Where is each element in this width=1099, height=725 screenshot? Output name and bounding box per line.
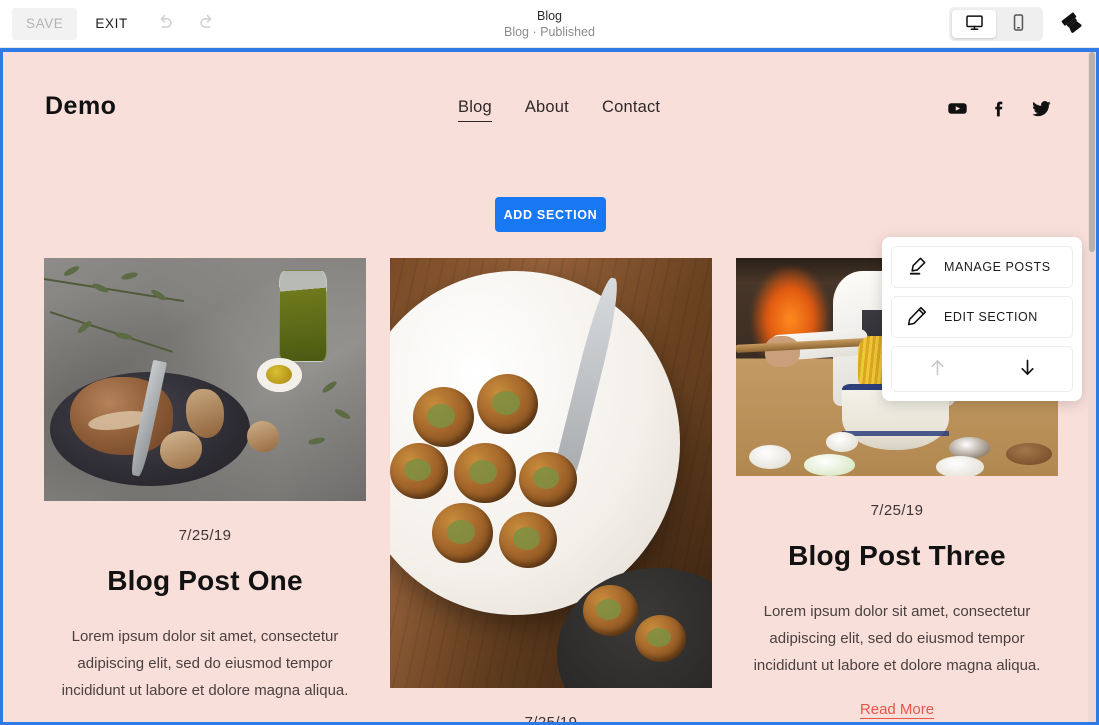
- section-context-menu[interactable]: MANAGE POSTS EDIT SECTION: [882, 237, 1082, 401]
- save-button[interactable]: SAVE: [12, 7, 78, 40]
- device-preview-toggle[interactable]: [949, 7, 1043, 41]
- post-date: 7/25/19: [524, 714, 578, 723]
- post-title[interactable]: Blog Post Three: [736, 540, 1058, 572]
- post-title[interactable]: Blog Post One: [44, 565, 366, 597]
- mobile-icon: [1009, 13, 1028, 35]
- arrow-down-icon: [1017, 357, 1038, 381]
- undo-icon: [154, 11, 176, 36]
- facebook-icon[interactable]: [989, 98, 1010, 119]
- desktop-view-button[interactable]: [952, 10, 996, 38]
- add-section-button[interactable]: ADD SECTION: [495, 197, 606, 232]
- preview-scrollbar[interactable]: [1088, 52, 1096, 722]
- nav-item-about[interactable]: About: [525, 98, 569, 121]
- post-excerpt: Lorem ipsum dolor sit amet, consectetur …: [61, 628, 349, 699]
- theme-brush-button[interactable]: [1059, 10, 1085, 39]
- redo-icon: [196, 11, 218, 36]
- move-section-down-button[interactable]: [982, 347, 1072, 391]
- exit-button[interactable]: EXIT: [81, 8, 141, 40]
- post-image[interactable]: [44, 258, 366, 501]
- section-move-controls: [891, 346, 1073, 392]
- nav-item-contact[interactable]: Contact: [602, 98, 660, 121]
- toolbar-right-group: [949, 0, 1085, 48]
- nav-item-blog[interactable]: Blog: [458, 98, 492, 122]
- manage-posts-button[interactable]: MANAGE POSTS: [891, 246, 1073, 288]
- mobile-view-button[interactable]: [996, 10, 1040, 38]
- twitter-icon[interactable]: [1031, 98, 1052, 119]
- site-logo[interactable]: Demo: [45, 92, 116, 121]
- bread-olive-oil-photo: [44, 258, 366, 501]
- manage-posts-label: MANAGE POSTS: [944, 260, 1051, 274]
- escargot-photo: [390, 258, 712, 688]
- read-more-link[interactable]: Read More: [736, 701, 1058, 718]
- desktop-icon: [965, 13, 984, 35]
- arrow-up-icon: [927, 357, 948, 381]
- post-image[interactable]: [390, 258, 712, 688]
- paintbrush-icon: [1059, 10, 1085, 39]
- toolbar-left-group: SAVE EXIT: [0, 7, 226, 40]
- editor-toolbar: SAVE EXIT Blog Blog · Published: [0, 0, 1099, 48]
- move-section-up-button[interactable]: [892, 347, 982, 391]
- site-nav: Blog About Contact: [458, 98, 660, 122]
- blog-post-card[interactable]: 7/25/19 Blog Post One Lorem ipsum dolor …: [44, 258, 366, 722]
- page-title: Blog: [536, 8, 563, 23]
- pencil-icon: [906, 305, 928, 330]
- social-links: [947, 98, 1052, 119]
- post-excerpt: Lorem ipsum dolor sit amet, consectetur …: [753, 603, 1041, 674]
- scrollbar-thumb[interactable]: [1089, 52, 1095, 252]
- site-preview-frame[interactable]: Demo Blog About Contact ADD SECTION 7/25…: [0, 48, 1099, 725]
- post-date: 7/25/19: [178, 527, 232, 544]
- redo-button[interactable]: [188, 8, 226, 40]
- youtube-icon[interactable]: [947, 98, 968, 119]
- site-canvas: Demo Blog About Contact ADD SECTION 7/25…: [3, 52, 1088, 723]
- edit-section-label: EDIT SECTION: [944, 310, 1038, 324]
- blog-post-card[interactable]: 7/25/19 Blog Post Two Lorem ipsum dolor …: [390, 258, 712, 723]
- undo-button[interactable]: [146, 8, 184, 40]
- site-header: Demo Blog About Contact: [3, 52, 1088, 132]
- marker-pen-icon: [906, 255, 928, 280]
- page-status: Blog · Published: [503, 24, 596, 39]
- post-date: 7/25/19: [870, 502, 924, 519]
- edit-section-button[interactable]: EDIT SECTION: [891, 296, 1073, 338]
